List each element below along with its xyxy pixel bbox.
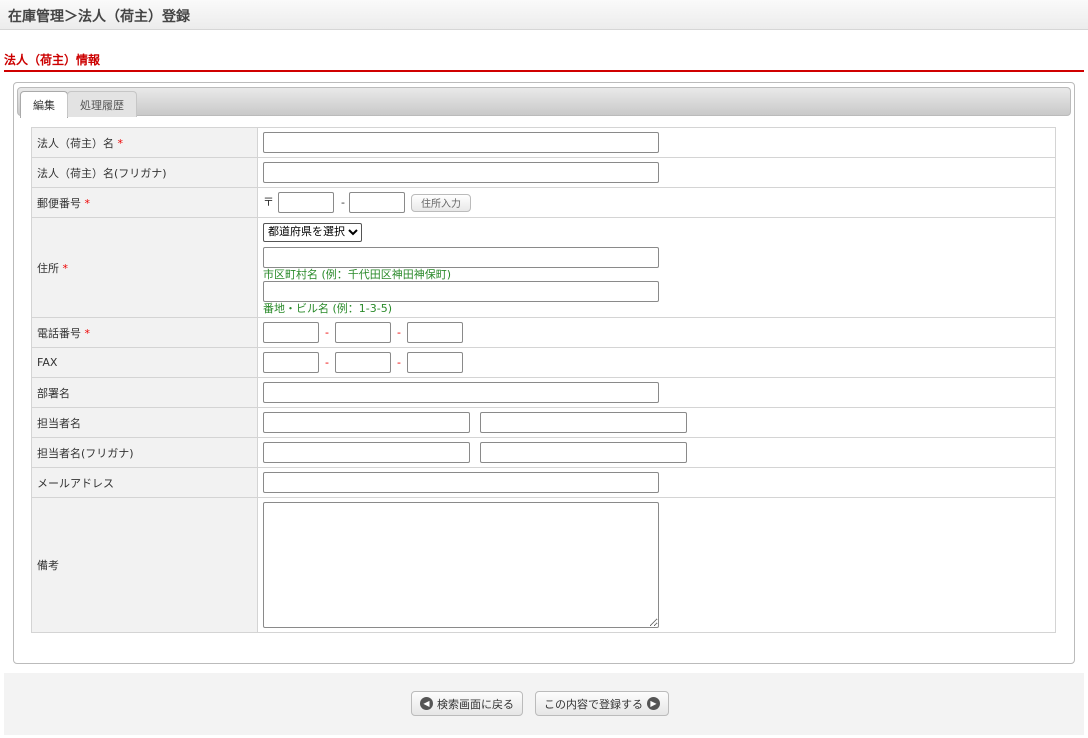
tab-history[interactable]: 処理履歴 [67,91,137,117]
section-divider [4,70,1084,72]
postal-code-2[interactable] [348,192,405,213]
label-phone: 電話番号 * [31,317,258,348]
label-contact: 担当者名 [31,407,258,438]
submit-label: この内容で登録する [544,697,643,711]
sep: - [325,355,329,369]
tab-bar: 編集 処理履歴 [17,87,1071,118]
sep: - [325,325,329,339]
contact-kana-last-input[interactable] [263,442,470,463]
street-hint: 番地・ビル名 (例：1-3-5) [263,301,393,315]
label-email: メールアドレス [31,467,258,498]
corp-form: 法人（荷主）名 * 法人（荷主）名(フリガナ) 郵便番号 * 〒 - 住所入力 住… [31,127,1056,633]
back-button[interactable]: ◀ 検索画面に戻る [411,691,523,716]
fax-3[interactable] [406,352,463,373]
page-header: 在庫管理＞法人（荷主）登録 [0,0,1088,30]
label-contact-kana: 担当者名(フリガナ) [31,437,258,468]
back-label: 検索画面に戻る [437,697,514,711]
sep: - [396,325,401,339]
corp-name-input[interactable] [263,132,659,153]
notes-textarea[interactable] [263,502,659,628]
sep: - [396,355,401,369]
city-hint: 市区町村名 (例：千代田区神田神保町) [263,267,452,281]
fax-1[interactable] [263,352,319,373]
contact-first-input[interactable] [479,412,687,433]
contact-last-input[interactable] [263,412,470,433]
city-input[interactable] [263,246,659,268]
prefecture-select[interactable]: 都道府県を選択 [263,222,362,242]
postal-sep: - [341,195,345,209]
label-notes: 備考 [31,497,258,633]
dept-input[interactable] [263,382,659,403]
postal-code-1[interactable] [277,192,334,213]
tab-edit[interactable]: 編集 [20,91,68,118]
phone-1[interactable] [263,322,319,343]
contact-kana-first-input[interactable] [479,442,687,463]
label-dept: 部署名 [31,377,258,408]
postal-symbol: 〒 [263,195,274,209]
section-title: 法人（荷主）情報 [4,53,101,67]
label-corp-kana: 法人（荷主）名(フリガナ) [31,157,258,188]
label-address: 住所 * [31,217,258,318]
chevron-left-icon: ◀ [420,697,433,710]
chevron-right-icon: ▶ [647,697,660,710]
street-input[interactable] [263,280,659,302]
corp-kana-input[interactable] [263,162,659,183]
phone-3[interactable] [406,322,463,343]
phone-2[interactable] [334,322,391,343]
label-corp-name: 法人（荷主）名 * [31,127,258,158]
submit-button[interactable]: この内容で登録する ▶ [535,691,669,716]
label-fax: FAX [31,347,258,378]
footer-bar: ◀ 検索画面に戻る この内容で登録する ▶ [4,673,1084,735]
fax-2[interactable] [334,352,391,373]
address-lookup-button[interactable]: 住所入力 [410,193,471,212]
label-postal: 郵便番号 * [31,187,258,218]
email-input[interactable] [263,472,659,493]
